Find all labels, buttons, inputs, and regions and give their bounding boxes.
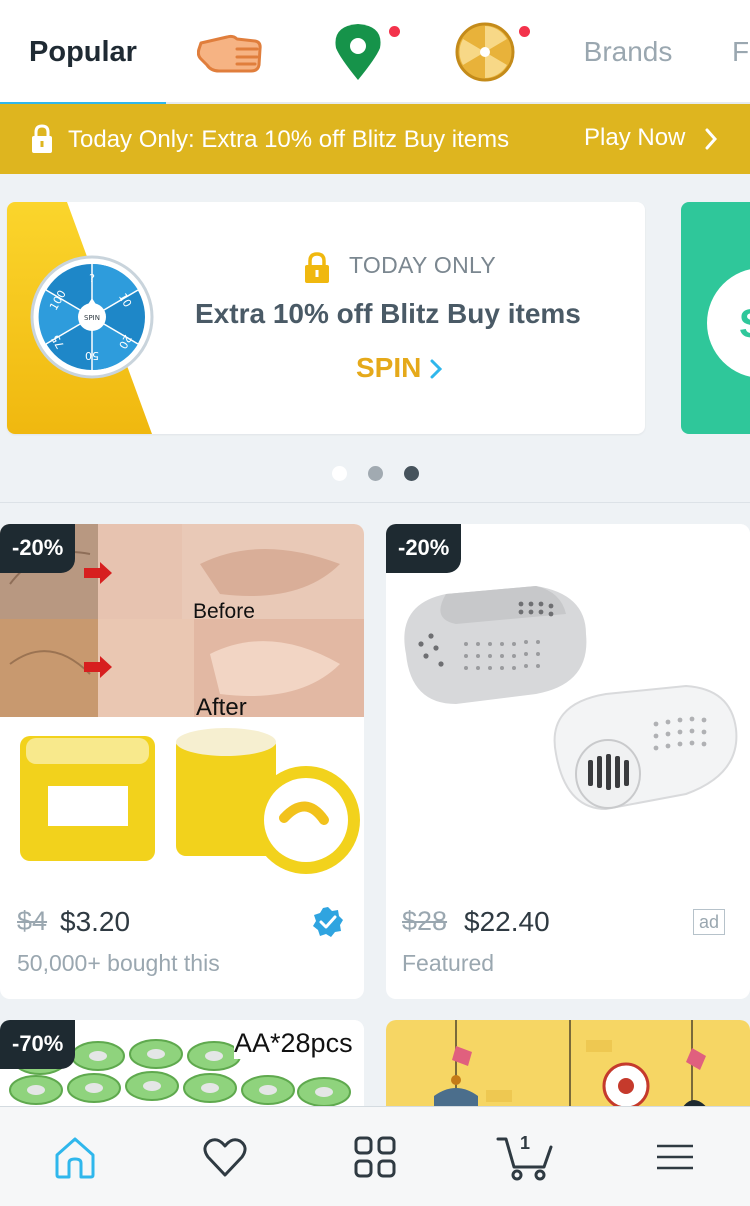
heart-icon [203,1138,247,1177]
featured-label: Featured [402,950,495,976]
original-price: $28 [402,906,448,936]
section-divider [0,502,750,503]
prize-wheel-icon [455,22,515,82]
tab-popular-label: Popular [29,35,137,68]
svg-text:50: 50 [85,349,99,362]
carousel-dot[interactable] [368,466,383,481]
svg-text:?: ? [89,272,95,285]
chevron-right-icon [705,128,718,150]
tab-blitz-buy[interactable] [190,0,270,104]
product-card[interactable] [386,1020,750,1120]
banner-headline: Extra 10% off Blitz Buy items [195,298,581,329]
image-caption: AA*28pcs [234,1028,353,1059]
chevron-right-icon [430,359,442,379]
discount-badge: -20% [386,524,462,573]
carousel-dot[interactable] [332,466,347,481]
nav-menu-button[interactable] [600,1107,750,1206]
tab-local[interactable] [318,0,400,104]
ad-label: ad [693,909,726,935]
nav-wishlist-button[interactable] [150,1107,300,1206]
home-icon [55,1137,95,1179]
product-image-nose-vent [386,524,750,884]
map-pin-icon [335,24,381,80]
discount-badge: -20% [0,524,76,573]
notification-dot [519,26,530,37]
svg-text:SPIN: SPIN [84,314,100,322]
promo-strip-text: Today Only: Extra 10% off Blitz Buy item… [68,126,510,153]
lock-icon [305,252,329,283]
verified-badge-icon [313,907,343,937]
promo-strip[interactable]: Today Only: Extra 10% off Blitz Buy item… [0,104,750,174]
spin-wheel-icon: ? 10 20 50 75 100 SPIN [30,255,154,379]
top-tab-bar: Popular Brands F [0,0,750,106]
grid-icon [354,1136,396,1178]
cart-count-badge: 1 [520,1133,531,1153]
tab-brands[interactable]: Brands [568,0,688,104]
tab-brands-label: Brands [583,36,673,67]
spin-button[interactable]: SPIN [356,352,421,384]
product-image-backpacks [386,1020,750,1120]
menu-icon [657,1144,693,1170]
next-banner-mark: S [739,302,750,347]
notification-dot [389,26,400,37]
carousel-dot-active[interactable] [404,466,419,481]
lock-icon [32,124,52,153]
after-label: After [196,694,247,721]
bottom-nav-bar: 1 [0,1106,750,1206]
sale-price: $3.20 [60,906,131,937]
bought-count: 50,000+ bought this [17,950,220,976]
nav-home-button[interactable] [0,1107,150,1206]
banner-eyebrow: TODAY ONLY [349,252,497,278]
play-now-link[interactable]: Play Now [584,124,685,152]
product-card[interactable]: -20% $28 $22.40 ad Featured [386,524,750,999]
before-label: Before [193,600,255,623]
pointing-hand-icon [197,34,262,73]
product-card[interactable]: Before After -20% $4 $3.20 50,000+ bough… [0,524,364,999]
sale-price: $22.40 [464,906,550,937]
tab-popular[interactable]: Popular [0,0,166,106]
product-image-foot-cream [0,524,364,884]
original-price: $4 [17,906,48,936]
nav-categories-button[interactable] [300,1107,450,1206]
tab-spin-wheel[interactable] [445,0,530,104]
spin-banner[interactable]: ? 10 20 50 75 100 SPIN TODAY ONLY Extra … [7,202,645,434]
nav-cart-button[interactable]: 1 [450,1107,600,1206]
product-card[interactable]: AA*28pcs -70% [0,1020,364,1120]
next-banner-peek[interactable]: S [681,202,750,434]
discount-badge: -70% [0,1020,76,1069]
tab-next-label: F [732,36,750,67]
tab-next-partial[interactable]: F [732,0,750,104]
